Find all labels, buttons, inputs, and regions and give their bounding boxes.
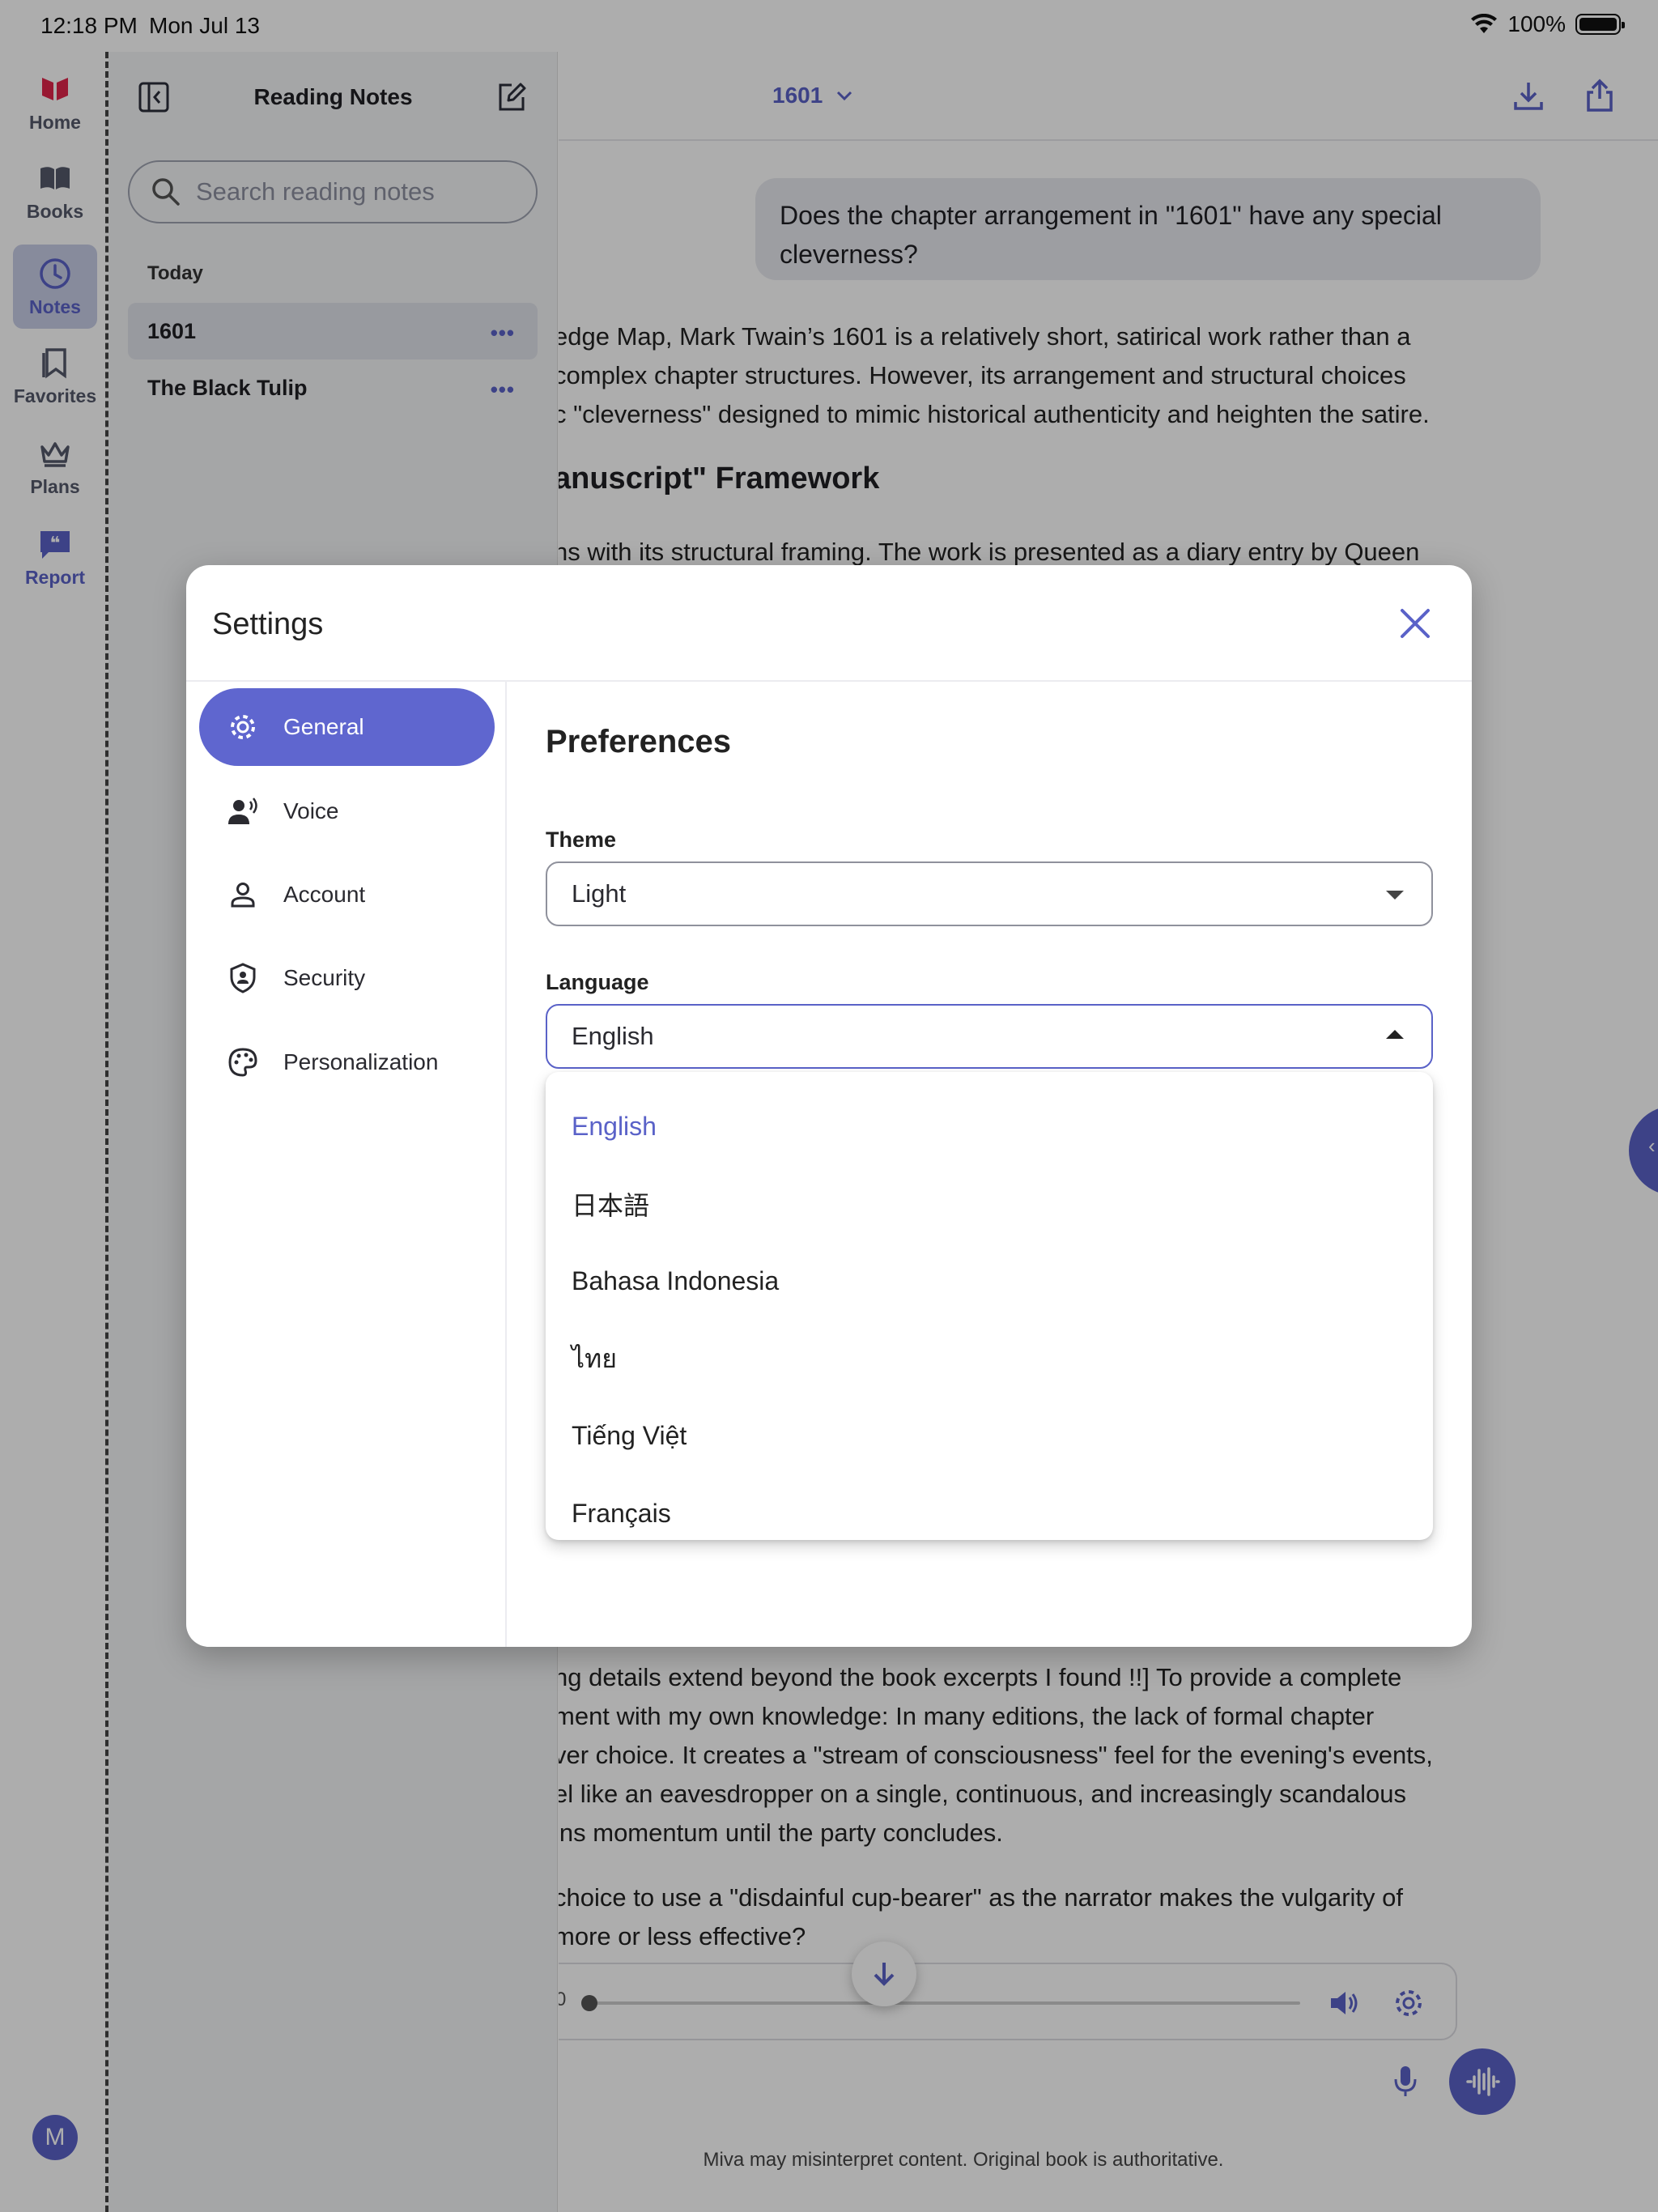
settings-nav-security[interactable]: Security bbox=[199, 939, 495, 1017]
close-button[interactable] bbox=[1389, 598, 1441, 649]
language-label: Language bbox=[546, 970, 649, 994]
voice-icon bbox=[228, 798, 257, 824]
language-option[interactable]: Bahasa Indonesia bbox=[546, 1243, 1433, 1321]
settings-dialog: Settings General Voice Account Security … bbox=[186, 565, 1472, 1647]
dropdown-arrow-icon bbox=[1386, 891, 1404, 900]
settings-nav-account[interactable]: Account bbox=[199, 856, 495, 934]
settings-nav-voice[interactable]: Voice bbox=[199, 772, 495, 850]
shield-icon bbox=[230, 963, 256, 993]
language-option[interactable]: Français bbox=[546, 1475, 1433, 1553]
dropdown-arrow-up-icon bbox=[1386, 1030, 1404, 1039]
gear-icon bbox=[231, 715, 255, 739]
language-option[interactable]: ไทย bbox=[546, 1321, 1433, 1398]
settings-nav-general[interactable]: General bbox=[199, 688, 495, 766]
language-value: English bbox=[572, 1022, 654, 1050]
palette-icon bbox=[228, 1048, 257, 1077]
dialog-header: Settings bbox=[186, 565, 1472, 682]
preferences-title: Preferences bbox=[546, 724, 732, 759]
language-option[interactable]: Tiếng Việt bbox=[546, 1397, 1433, 1475]
language-option[interactable]: English bbox=[546, 1088, 1433, 1166]
settings-nav-personalization[interactable]: Personalization bbox=[199, 1023, 495, 1101]
person-icon bbox=[231, 883, 255, 908]
theme-value: Light bbox=[572, 879, 627, 908]
language-select[interactable]: English bbox=[546, 1004, 1433, 1069]
settings-nav: General Voice Account Security Personali… bbox=[186, 682, 507, 1647]
theme-select[interactable]: Light bbox=[546, 861, 1433, 926]
language-option[interactable]: 日本語 bbox=[546, 1166, 1433, 1244]
theme-label: Theme bbox=[546, 827, 617, 852]
language-menu: English 日本語 Bahasa Indonesia ไทย Tiếng V… bbox=[546, 1072, 1433, 1540]
close-icon bbox=[1401, 609, 1430, 638]
dialog-title: Settings bbox=[212, 607, 324, 641]
